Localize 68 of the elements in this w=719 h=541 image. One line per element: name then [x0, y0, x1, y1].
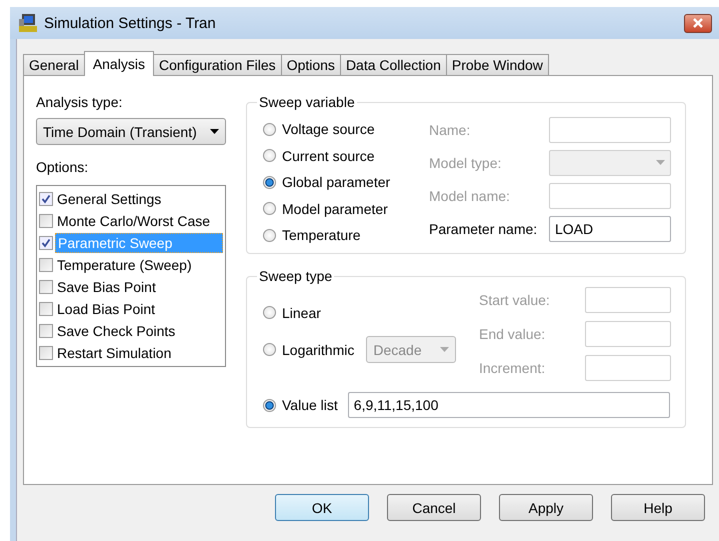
tab[interactable]: Analysis	[84, 51, 154, 76]
option-item[interactable]: Temperature (Sweep)	[55, 256, 223, 274]
tab[interactable]: Data Collection	[340, 54, 447, 75]
checkbox[interactable]	[39, 236, 53, 250]
options-label: Options:	[36, 159, 90, 177]
close-button[interactable]	[684, 14, 712, 32]
field-label: Increment:	[479, 360, 546, 376]
tab[interactable]: Configuration Files	[152, 54, 282, 75]
checkbox[interactable]	[39, 324, 53, 338]
field-label: Start value:	[479, 292, 550, 308]
radio-label: Global parameter	[282, 174, 390, 190]
input-field[interactable]: 6,9,11,15,100	[348, 392, 670, 418]
group-title: Sweep type	[258, 268, 334, 284]
tab[interactable]: General	[23, 54, 85, 75]
input-field[interactable]: LOAD	[549, 216, 671, 242]
radio-button[interactable]	[263, 149, 276, 162]
input-field[interactable]	[585, 355, 671, 381]
radio-label: Logarithmic	[282, 342, 354, 358]
analysis-type-label: Analysis type:	[36, 94, 124, 112]
group-title: Sweep variable	[258, 94, 356, 110]
checkbox[interactable]	[39, 192, 53, 206]
dialog-button[interactable]: Help	[611, 494, 705, 521]
caret-icon	[656, 160, 665, 165]
analysis-type-dropdown[interactable]: Time Domain (Transient)	[36, 118, 226, 145]
window-title: Simulation Settings - Tran	[44, 14, 216, 32]
option-item[interactable]: Save Check Points	[55, 322, 223, 340]
radio-button[interactable]	[263, 398, 276, 412]
radio-button[interactable]	[263, 202, 276, 216]
tab[interactable]: Probe Window	[446, 54, 549, 75]
input-field[interactable]	[549, 116, 671, 142]
field-label: Name:	[429, 122, 470, 138]
radio-label: Linear	[282, 304, 321, 320]
radio-button[interactable]	[263, 228, 276, 242]
radio-button[interactable]	[263, 343, 276, 356]
radio-label: Temperature	[282, 227, 361, 244]
close-icon	[692, 18, 704, 28]
checkbox[interactable]	[39, 302, 53, 316]
option-item[interactable]: Load Bias Point	[55, 300, 223, 318]
input-field[interactable]	[585, 287, 671, 313]
tab[interactable]: Options	[280, 54, 341, 75]
checkbox[interactable]	[39, 258, 53, 272]
dialog-button[interactable]: OK	[275, 494, 369, 521]
field-label: End value:	[479, 326, 546, 342]
checkbox[interactable]	[39, 214, 53, 228]
checkbox[interactable]	[39, 346, 53, 360]
computer-icon	[18, 13, 38, 33]
input-field[interactable]	[585, 321, 671, 347]
dialog-button[interactable]: Apply	[499, 494, 593, 521]
checkbox[interactable]	[39, 280, 53, 294]
input-field[interactable]	[549, 182, 671, 208]
option-item[interactable]: Save Bias Point	[55, 278, 223, 296]
option-item[interactable]: General Settings	[55, 190, 223, 208]
radio-label: Model parameter	[282, 200, 388, 217]
radio-button[interactable]	[263, 122, 276, 136]
model-type-dropdown[interactable]	[549, 150, 671, 176]
field-label: Model type:	[429, 154, 502, 170]
radio-button[interactable]	[263, 306, 276, 319]
field-label: Parameter name:	[429, 220, 538, 236]
radio-button[interactable]	[263, 176, 276, 189]
dialog-button[interactable]: Cancel	[387, 494, 481, 521]
radio-label: Current source	[282, 148, 375, 164]
field-label: Model name:	[429, 188, 510, 204]
radio-label: Value list	[282, 397, 338, 413]
option-item[interactable]: Monte Carlo/Worst Case	[55, 212, 223, 230]
caret-icon	[440, 347, 450, 352]
option-item[interactable]: Restart Simulation	[55, 344, 223, 362]
caret-icon	[210, 129, 219, 134]
radio-label: Voltage source	[282, 121, 375, 138]
